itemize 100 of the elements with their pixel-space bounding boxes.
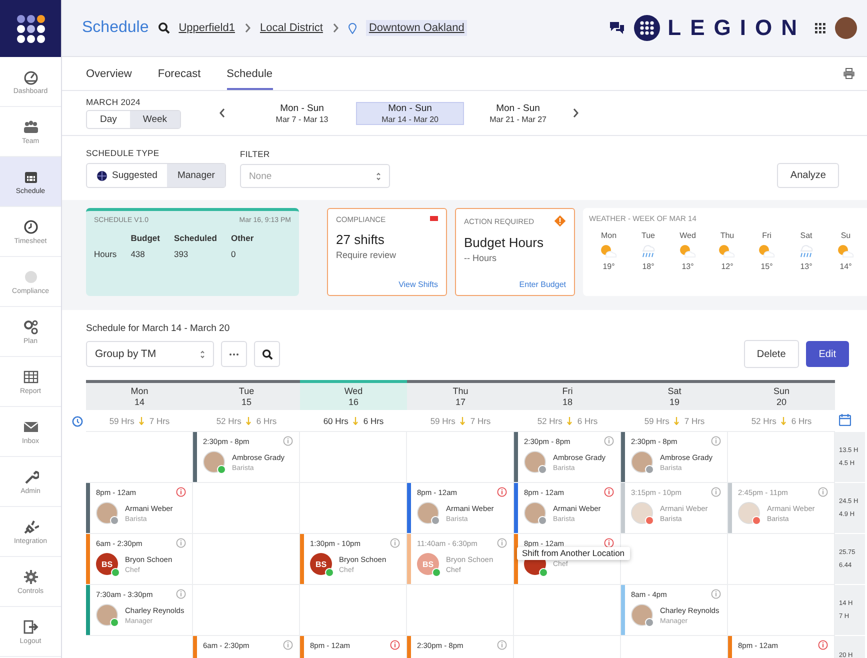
week-option[interactable]: Mon - Sun Mar 21 - Mar 27	[464, 102, 572, 124]
card-link[interactable]: Enter Budget	[519, 280, 566, 289]
gears-icon	[22, 318, 38, 334]
table-icon	[22, 368, 38, 384]
analyze-button[interactable]: Analyze	[777, 163, 839, 188]
column-header: Other	[230, 232, 255, 245]
down-arrow-icon	[246, 416, 252, 424]
month-label: MARCH 2024	[86, 97, 142, 107]
weather-day: Wed	[680, 231, 696, 240]
tab[interactable]: Schedule	[226, 57, 273, 90]
user-avatar[interactable]	[835, 17, 857, 39]
hours-difference: 7 Hrs	[470, 416, 491, 426]
avatar-initials: BS	[310, 553, 332, 575]
scheduled-hours: 60 Hrs	[323, 416, 348, 426]
avatar-initials: BS	[96, 553, 118, 575]
hours-difference: 7 Hrs	[149, 416, 170, 426]
sun-cloud-icon	[718, 244, 736, 258]
day-header: Tue 15	[193, 380, 300, 410]
search-icon	[262, 348, 272, 360]
warning-icon	[554, 215, 566, 227]
row-label: Hours	[94, 246, 131, 262]
brand-logo-text: LEGION	[668, 15, 806, 41]
hours-difference: 6 Hrs	[791, 416, 812, 426]
globe-icon	[97, 170, 107, 180]
updown-icon	[200, 350, 205, 358]
temperature: 15°	[760, 262, 773, 271]
printer-icon[interactable]	[843, 68, 855, 79]
calendar-icon	[839, 414, 851, 426]
tab[interactable]: Overview	[86, 57, 132, 90]
field-label: FILTER	[240, 149, 271, 159]
apps-grid-icon[interactable]	[815, 22, 826, 34]
tab[interactable]: Forecast	[158, 57, 201, 90]
down-arrow-icon	[567, 416, 572, 424]
chat-icon[interactable]	[608, 21, 625, 35]
chevron-left-icon[interactable]	[219, 108, 226, 118]
gauge-icon	[22, 68, 38, 84]
breadcrumb-link[interactable]: Local District	[260, 22, 323, 34]
scheduled-hours: 59 Hrs	[430, 416, 456, 426]
clock-icon	[72, 416, 82, 426]
temperature: 13°	[682, 262, 694, 271]
card-headline: Budget Hours	[464, 235, 544, 250]
scheduled-hours: 52 Hrs	[751, 416, 776, 426]
weather-day: Tue	[642, 231, 655, 240]
circle-icon	[22, 268, 38, 284]
day-header: Fri 18	[514, 380, 621, 410]
flag-icon	[430, 216, 438, 223]
view-toggle-button[interactable]: Day	[87, 111, 130, 128]
section-title: Schedule for March 14 - March 20	[86, 323, 231, 334]
chevron-right-icon[interactable]	[572, 108, 580, 118]
down-arrow-icon	[674, 416, 680, 424]
column-header: Budget	[130, 230, 174, 246]
card-link[interactable]: View Shifts	[398, 280, 438, 289]
plug-icon	[22, 518, 38, 534]
view-toggle-button[interactable]: Week	[130, 111, 180, 128]
breadcrumb-link[interactable]: Upperfield1	[178, 22, 235, 34]
breadcrumb-link[interactable]: Downtown Oakland	[366, 20, 468, 36]
more-icon	[229, 352, 239, 356]
schedule-type-option[interactable]: Suggested	[87, 164, 168, 187]
chevron-right-icon	[332, 23, 339, 33]
scheduled-hours: 52 Hrs	[537, 416, 562, 426]
day-header: Sat 19	[621, 380, 728, 410]
day-header: Wed 16	[300, 380, 407, 410]
avatar-initials: BS	[417, 553, 439, 575]
temperature: 12°	[721, 262, 734, 271]
scheduled-hours: 52 Hrs	[216, 416, 242, 426]
hours-difference: 6 Hrs	[363, 416, 384, 426]
team-icon	[22, 118, 38, 134]
weather-day: Sat	[800, 231, 812, 240]
page-title: Schedule	[82, 19, 149, 37]
weather-day: Fri	[762, 231, 772, 240]
table-cell-text: 0	[230, 248, 237, 261]
logo-icon	[634, 15, 660, 41]
schedule-type-option[interactable]: Manager	[167, 164, 225, 187]
card-headline: 27 shifts	[336, 232, 386, 247]
updown-icon	[376, 172, 381, 180]
field-label: SCHEDULE TYPE	[86, 148, 160, 158]
edit-button[interactable]: Edit	[806, 341, 849, 367]
sun-cloud-icon	[836, 244, 855, 258]
hours-difference: 6 Hrs	[256, 416, 277, 426]
logout-icon	[22, 618, 38, 634]
location-pin-icon	[348, 22, 357, 34]
group-by-select[interactable]: Group by TM	[86, 341, 214, 367]
table-cell: 438	[130, 246, 174, 262]
column-header: Scheduled	[174, 230, 231, 246]
weather-day: Mon	[600, 231, 617, 240]
search-icon	[158, 22, 170, 34]
gear-icon	[22, 568, 38, 584]
delete-button[interactable]: Delete	[744, 340, 799, 368]
week-option[interactable]: Mon - Sun Mar 14 - Mar 20	[356, 102, 464, 124]
temperature: 18°	[642, 262, 654, 271]
weather-day: Su	[840, 231, 851, 240]
week-option[interactable]: Mon - Sun Mar 7 - Mar 13	[248, 102, 356, 124]
sun-cloud-icon	[678, 244, 697, 258]
search-button[interactable]	[254, 341, 280, 367]
tooltip: Shift from Another Location	[517, 547, 630, 560]
down-arrow-icon	[353, 416, 358, 424]
hours-difference: 7 Hrs	[684, 416, 705, 426]
logo-icon	[14, 12, 46, 44]
temperature: 14°	[840, 262, 852, 271]
sun-cloud-icon	[600, 244, 618, 258]
